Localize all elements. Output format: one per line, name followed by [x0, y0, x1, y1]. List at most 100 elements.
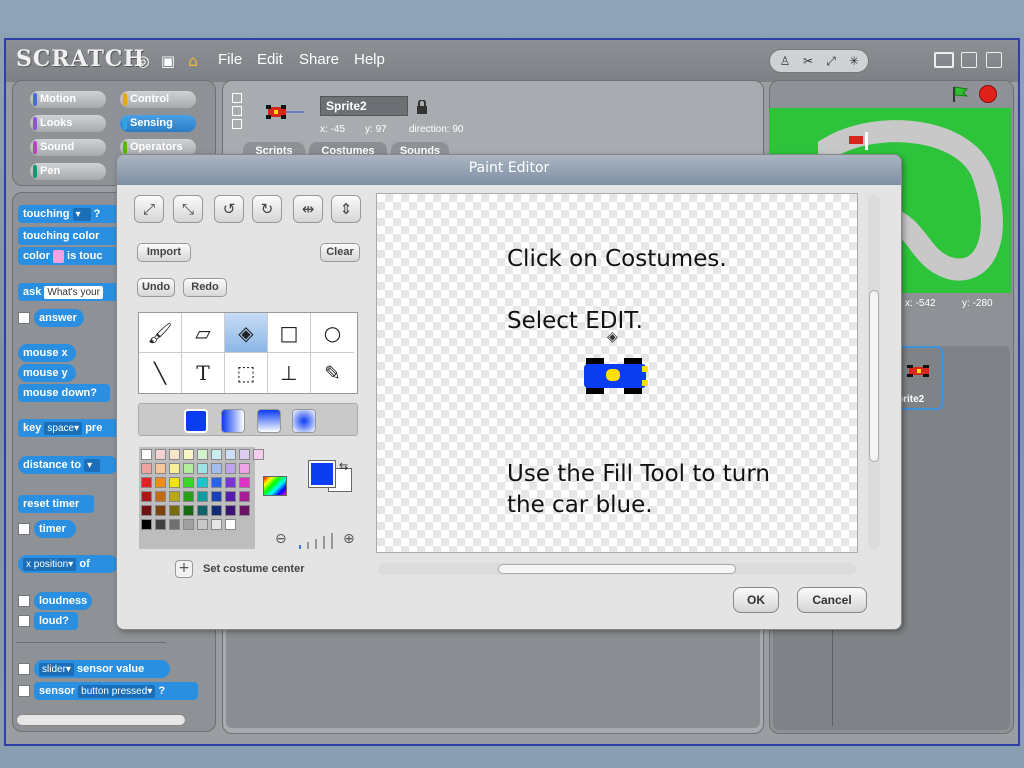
color-swatch[interactable] — [169, 477, 180, 488]
line-icon[interactable]: ╲ — [139, 353, 182, 393]
color-swatch[interactable] — [169, 519, 180, 530]
color-swatch[interactable] — [211, 491, 222, 502]
color-swatch[interactable] — [141, 449, 152, 460]
save-icon[interactable]: ▣ — [159, 52, 177, 70]
color-swatch[interactable] — [225, 463, 236, 474]
block-touching[interactable]: touching ▾ ? — [18, 205, 118, 223]
grow-icon[interactable]: ⤢ — [822, 52, 840, 70]
color-swatch[interactable] — [197, 449, 208, 460]
color-swatch[interactable] — [141, 463, 152, 474]
color-swatch[interactable] — [239, 463, 250, 474]
rotate-right-icon[interactable]: ↻ — [252, 195, 282, 223]
color-swatch[interactable] — [211, 519, 222, 530]
block-distance-to[interactable]: distance to ▾ — [18, 456, 118, 474]
block-key-pressed[interactable]: key space▾ pre — [18, 419, 118, 437]
block-mouse-x[interactable]: mouse x — [18, 344, 76, 362]
block-touching-color[interactable]: touching color — [18, 227, 118, 245]
lock-icon[interactable] — [417, 99, 427, 114]
shrink-icon[interactable]: ✳ — [845, 52, 863, 70]
stamp-icon[interactable]: ⊥ — [268, 353, 311, 393]
answer-checkbox[interactable] — [18, 312, 30, 324]
globe-icon[interactable]: ◎ — [134, 52, 152, 70]
color-swatch[interactable] — [197, 491, 208, 502]
set-center-icon[interactable]: + — [175, 560, 193, 578]
menu-edit[interactable]: Edit — [257, 51, 283, 68]
block-sensor-value[interactable]: slider▾ sensor value — [34, 660, 170, 678]
layout-small-icon[interactable] — [961, 52, 977, 68]
cancel-button[interactable]: Cancel — [797, 587, 867, 613]
color-swatch[interactable] — [239, 477, 250, 488]
menu-share[interactable]: Share — [299, 51, 339, 68]
color-swatch[interactable] — [211, 449, 222, 460]
block-mouse-down[interactable]: mouse down? — [18, 384, 110, 402]
color-swatch[interactable] — [225, 491, 236, 502]
block-ask[interactable]: ask What's your — [18, 283, 118, 301]
category-sensing[interactable]: Sensing — [120, 115, 196, 132]
primary-color[interactable] — [308, 460, 336, 488]
rotate-left-icon[interactable]: ↺ — [214, 195, 244, 223]
undo-button[interactable]: Undo — [137, 278, 175, 297]
color-swatch[interactable] — [183, 519, 194, 530]
color-swatch[interactable] — [155, 491, 166, 502]
color-swatch[interactable] — [197, 463, 208, 474]
color-swatch[interactable] — [183, 505, 194, 516]
color-swatch[interactable] — [225, 477, 236, 488]
delete-icon[interactable]: ✂ — [799, 52, 817, 70]
fill-bucket-icon[interactable]: ◈ — [225, 313, 268, 353]
color-swatch[interactable] — [141, 505, 152, 516]
select-icon[interactable]: ⬚ — [225, 353, 268, 393]
block-attribute-of[interactable]: x position▾ of — [18, 555, 118, 573]
color-swatch[interactable] — [211, 463, 222, 474]
block-timer[interactable]: timer — [34, 520, 76, 538]
paint-canvas[interactable]: Click on Costumes. Select EDIT. ◈ Use th… — [376, 193, 858, 553]
color-swatch[interactable] — [239, 491, 250, 502]
presentation-icon[interactable] — [986, 52, 1002, 68]
color-swatch[interactable] — [141, 519, 152, 530]
sensor-pressed-checkbox[interactable] — [18, 685, 30, 697]
zoom-out-icon[interactable]: ⊖ — [275, 531, 287, 547]
color-swatch[interactable] — [197, 505, 208, 516]
color-swatch[interactable] — [239, 505, 250, 516]
timer-checkbox[interactable] — [18, 523, 30, 535]
category-control[interactable]: Control — [120, 91, 196, 108]
sprite-name-field[interactable]: Sprite2 — [320, 96, 408, 116]
color-swatch[interactable] — [225, 505, 236, 516]
block-reset-timer[interactable]: reset timer — [18, 495, 94, 513]
text-icon[interactable]: T — [182, 353, 225, 393]
block-sensor-pressed[interactable]: sensor button pressed▾ ? — [34, 682, 198, 700]
redo-button[interactable]: Redo — [183, 278, 227, 297]
canvas-hscroll[interactable] — [378, 563, 856, 575]
import-button[interactable]: Import — [137, 243, 191, 262]
rectangle-icon[interactable]: □ — [268, 313, 311, 353]
color-swatch[interactable] — [169, 449, 180, 460]
vertical-gradient-icon[interactable] — [257, 409, 281, 433]
eyedropper-icon[interactable]: ✎ — [311, 353, 354, 393]
palette-scrollbar[interactable] — [16, 714, 186, 726]
vscroll-thumb[interactable] — [869, 290, 879, 462]
rotate-icon[interactable] — [232, 93, 242, 103]
no-rotate-icon[interactable] — [232, 119, 242, 129]
duplicate-icon[interactable]: ♙ — [776, 52, 794, 70]
block-mouse-y[interactable]: mouse y — [18, 364, 76, 382]
loudness-checkbox[interactable] — [18, 595, 30, 607]
color-swatch[interactable] — [183, 463, 194, 474]
stop-icon[interactable] — [979, 85, 997, 103]
color-swatch[interactable] — [183, 449, 194, 460]
color-swatch[interactable] — [141, 491, 152, 502]
color-swatch[interactable] — [141, 477, 152, 488]
menu-file[interactable]: File — [218, 51, 242, 68]
set-center-label[interactable]: Set costume center — [203, 563, 304, 575]
color-swatch[interactable] — [155, 463, 166, 474]
canvas-vscroll[interactable] — [868, 195, 880, 549]
radial-gradient-icon[interactable] — [292, 409, 316, 433]
color-swatch[interactable] — [169, 505, 180, 516]
color-swatch[interactable] — [169, 491, 180, 502]
category-sound[interactable]: Sound — [30, 139, 106, 156]
color-swatch[interactable] — [211, 477, 222, 488]
grow-image-icon[interactable]: ⤢ — [134, 195, 164, 223]
flip-horizontal-icon[interactable]: ⇹ — [293, 195, 323, 223]
color-swatch[interactable] — [225, 449, 236, 460]
color-swatch[interactable] — [155, 519, 166, 530]
color-swatch[interactable] — [155, 477, 166, 488]
share-icon[interactable]: ⌂ — [184, 52, 202, 70]
